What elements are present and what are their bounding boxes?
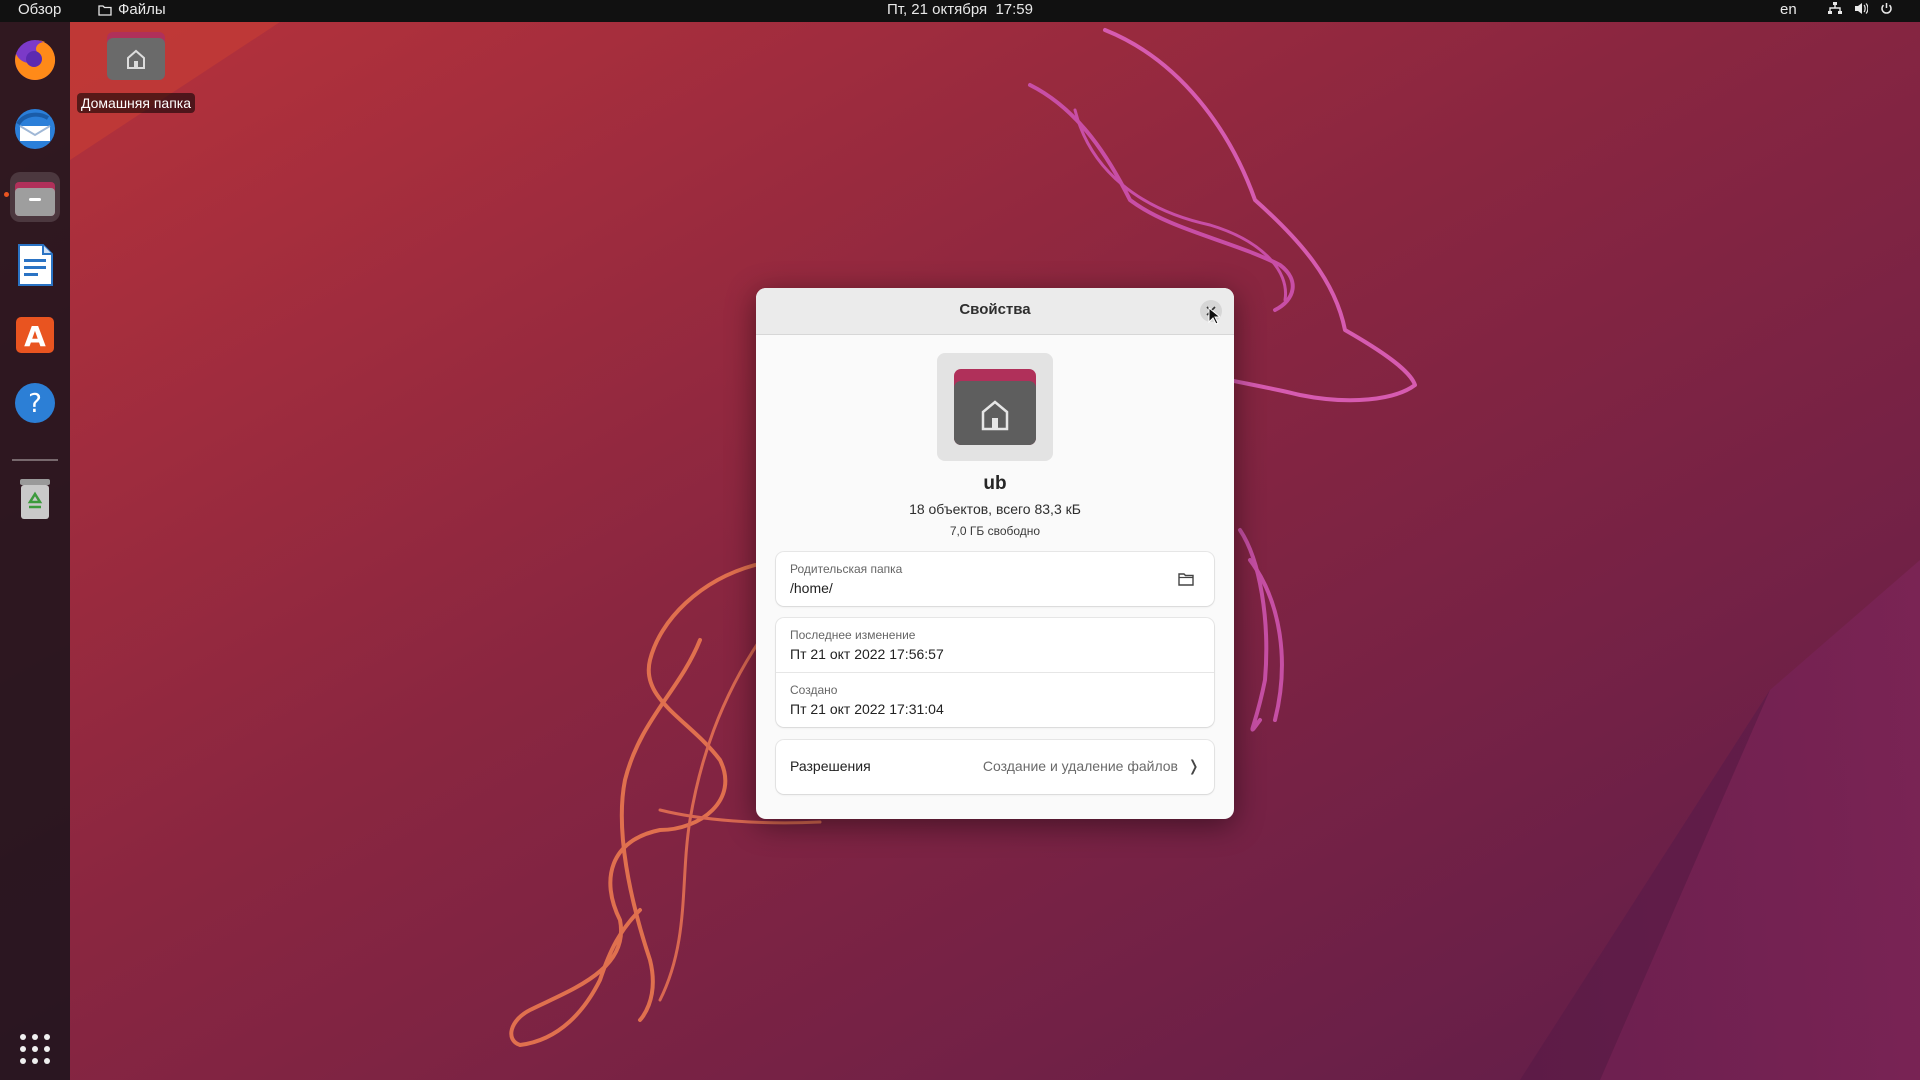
- created-label: Создано: [790, 683, 838, 697]
- writer-icon: [18, 244, 53, 286]
- app-menu-label: Файлы: [118, 1, 166, 18]
- dates-card: Последнее изменение Пт 21 окт 2022 17:56…: [776, 618, 1214, 727]
- activities-button[interactable]: Обзор: [18, 1, 61, 18]
- thunderbird-icon: [15, 109, 55, 149]
- software-center-icon: A: [16, 317, 54, 353]
- system-tray[interactable]: [1828, 2, 1893, 15]
- dock-writer[interactable]: [10, 240, 60, 290]
- folder-open-icon: [1178, 573, 1194, 586]
- permissions-value: Создание и удаление файлов: [982, 758, 1178, 774]
- folder-preview: [937, 353, 1053, 461]
- desktop-home-folder-label: Домашняя папка: [76, 93, 196, 113]
- home-folder-icon: [107, 32, 165, 80]
- open-parent-folder-button[interactable]: [1176, 569, 1196, 589]
- dock-thunderbird[interactable]: [10, 104, 60, 154]
- parent-folder-row: Родительская папка /home/: [776, 552, 1214, 606]
- parent-folder-value: /home/: [790, 580, 833, 596]
- created-row: Создано Пт 21 окт 2022 17:31:04: [776, 672, 1214, 727]
- permissions-row[interactable]: Разрешения Создание и удаление файлов ❭: [776, 740, 1214, 794]
- trash-icon: [20, 479, 50, 519]
- keyboard-layout-indicator[interactable]: en: [1780, 1, 1797, 18]
- dock-firefox[interactable]: [10, 35, 60, 85]
- modified-value: Пт 21 окт 2022 17:56:57: [790, 646, 944, 662]
- active-indicator: [4, 192, 9, 197]
- top-bar: Обзор Файлы Пт, 21 октября 17:59 en: [0, 0, 1920, 22]
- parent-folder-card: Родительская папка /home/: [776, 552, 1214, 606]
- dock-software[interactable]: A: [10, 308, 60, 358]
- properties-dialog: Свойства ub 18 объектов, всего 83,3 кБ 7…: [756, 288, 1234, 819]
- help-icon: ?: [15, 383, 55, 423]
- dock-show-apps[interactable]: [10, 1024, 60, 1074]
- svg-text:A: A: [24, 320, 46, 353]
- dialog-title: Свойства: [959, 301, 1031, 318]
- clock[interactable]: Пт, 21 октября 17:59: [887, 1, 1033, 18]
- files-icon: [15, 182, 55, 216]
- home-folder-icon: [954, 369, 1036, 445]
- network-icon: [1828, 2, 1842, 14]
- dock-files[interactable]: [10, 172, 60, 222]
- dock-help[interactable]: ?: [10, 378, 60, 428]
- firefox-icon: [15, 39, 56, 80]
- chevron-right-icon: ❭: [1187, 758, 1200, 775]
- folder-contents-summary: 18 объектов, всего 83,3 кБ: [909, 501, 1081, 517]
- desktop-home-folder[interactable]: Домашняя папка: [74, 30, 198, 113]
- folder-name: ub: [983, 473, 1007, 494]
- permissions-card[interactable]: Разрешения Создание и удаление файлов ❭: [776, 740, 1214, 794]
- folder-icon: [98, 4, 112, 16]
- free-space: 7,0 ГБ свободно: [949, 524, 1041, 538]
- volume-icon: [1855, 3, 1868, 14]
- dock: A ?: [0, 22, 70, 1080]
- svg-text:?: ?: [28, 389, 42, 419]
- dock-trash[interactable]: [10, 474, 60, 524]
- dock-separator: [12, 459, 58, 461]
- modified-row: Последнее изменение Пт 21 окт 2022 17:56…: [776, 618, 1214, 672]
- permissions-label: Разрешения: [790, 758, 871, 774]
- parent-folder-label: Родительская папка: [790, 562, 903, 576]
- created-value: Пт 21 окт 2022 17:31:04: [790, 701, 944, 717]
- dialog-header: Свойства: [756, 288, 1234, 335]
- mouse-cursor-icon: [1208, 307, 1220, 325]
- show-apps-icon: [20, 1034, 50, 1064]
- app-menu[interactable]: Файлы: [98, 1, 166, 18]
- power-icon: [1881, 3, 1892, 14]
- modified-label: Последнее изменение: [790, 628, 916, 642]
